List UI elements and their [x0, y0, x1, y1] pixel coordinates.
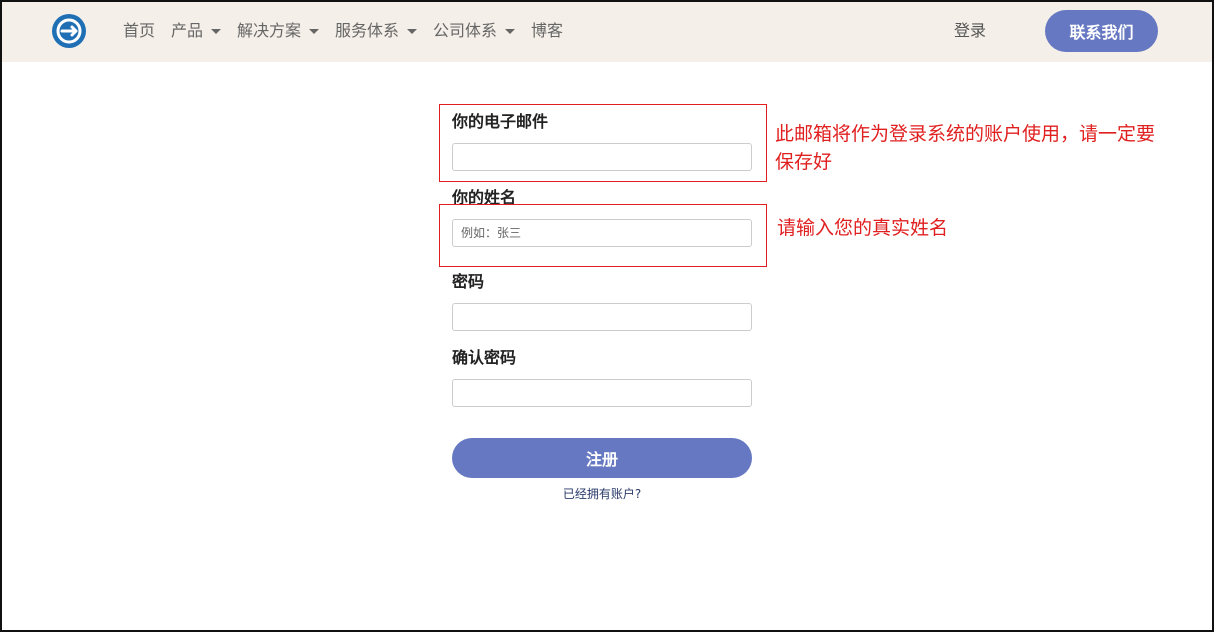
password-label: 密码	[452, 272, 485, 291]
nav-item-label: 解决方案	[237, 21, 302, 40]
contact-us-button[interactable]: 联系我们	[1045, 10, 1158, 52]
name-label: 你的姓名	[452, 188, 517, 207]
email-annotation-line-2: 保存好	[775, 151, 833, 173]
nav-item-company[interactable]: 公司体系	[433, 20, 516, 42]
nav-item-solutions[interactable]: 解决方案	[237, 20, 320, 42]
email-label: 你的电子邮件	[452, 112, 549, 131]
confirm-password-field[interactable]	[452, 379, 752, 407]
nav-item-services[interactable]: 服务体系	[335, 20, 418, 42]
password-field[interactable]	[452, 303, 752, 331]
register-button[interactable]: 注册	[452, 438, 752, 478]
name-annotation-text: 请输入您的真实姓名	[777, 217, 949, 239]
nav-item-label: 公司体系	[433, 21, 498, 40]
navbar: 首页 产品 解决方案 服务体系 公司体系 博客 登录 联系我们	[2, 2, 1212, 62]
name-field[interactable]	[452, 219, 752, 247]
chevron-down-icon	[407, 29, 418, 34]
chevron-down-icon	[309, 29, 320, 34]
nav-item-label: 产品	[171, 21, 204, 40]
nav-item-label: 服务体系	[335, 21, 400, 40]
nav-item-home[interactable]: 首页	[123, 20, 155, 42]
nav-item-products[interactable]: 产品	[171, 20, 222, 42]
brand-logo-icon[interactable]	[52, 14, 86, 48]
login-link[interactable]: 登录	[954, 20, 986, 42]
email-annotation-line-1: 此邮箱将作为登录系统的账户使用，请一定要	[775, 123, 1156, 145]
email-annotation-text: 此邮箱将作为登录系统的账户使用，请一定要 保存好	[775, 120, 1155, 176]
have-account-link[interactable]: 已经拥有账户?	[452, 485, 752, 502]
nav-item-label: 首页	[123, 21, 156, 40]
email-field[interactable]	[452, 143, 752, 171]
confirm-password-label: 确认密码	[452, 348, 517, 367]
nav-item-blog[interactable]: 博客	[531, 20, 563, 42]
chevron-down-icon	[505, 29, 516, 34]
nav-item-label: 博客	[531, 21, 564, 40]
chevron-down-icon	[211, 29, 222, 34]
